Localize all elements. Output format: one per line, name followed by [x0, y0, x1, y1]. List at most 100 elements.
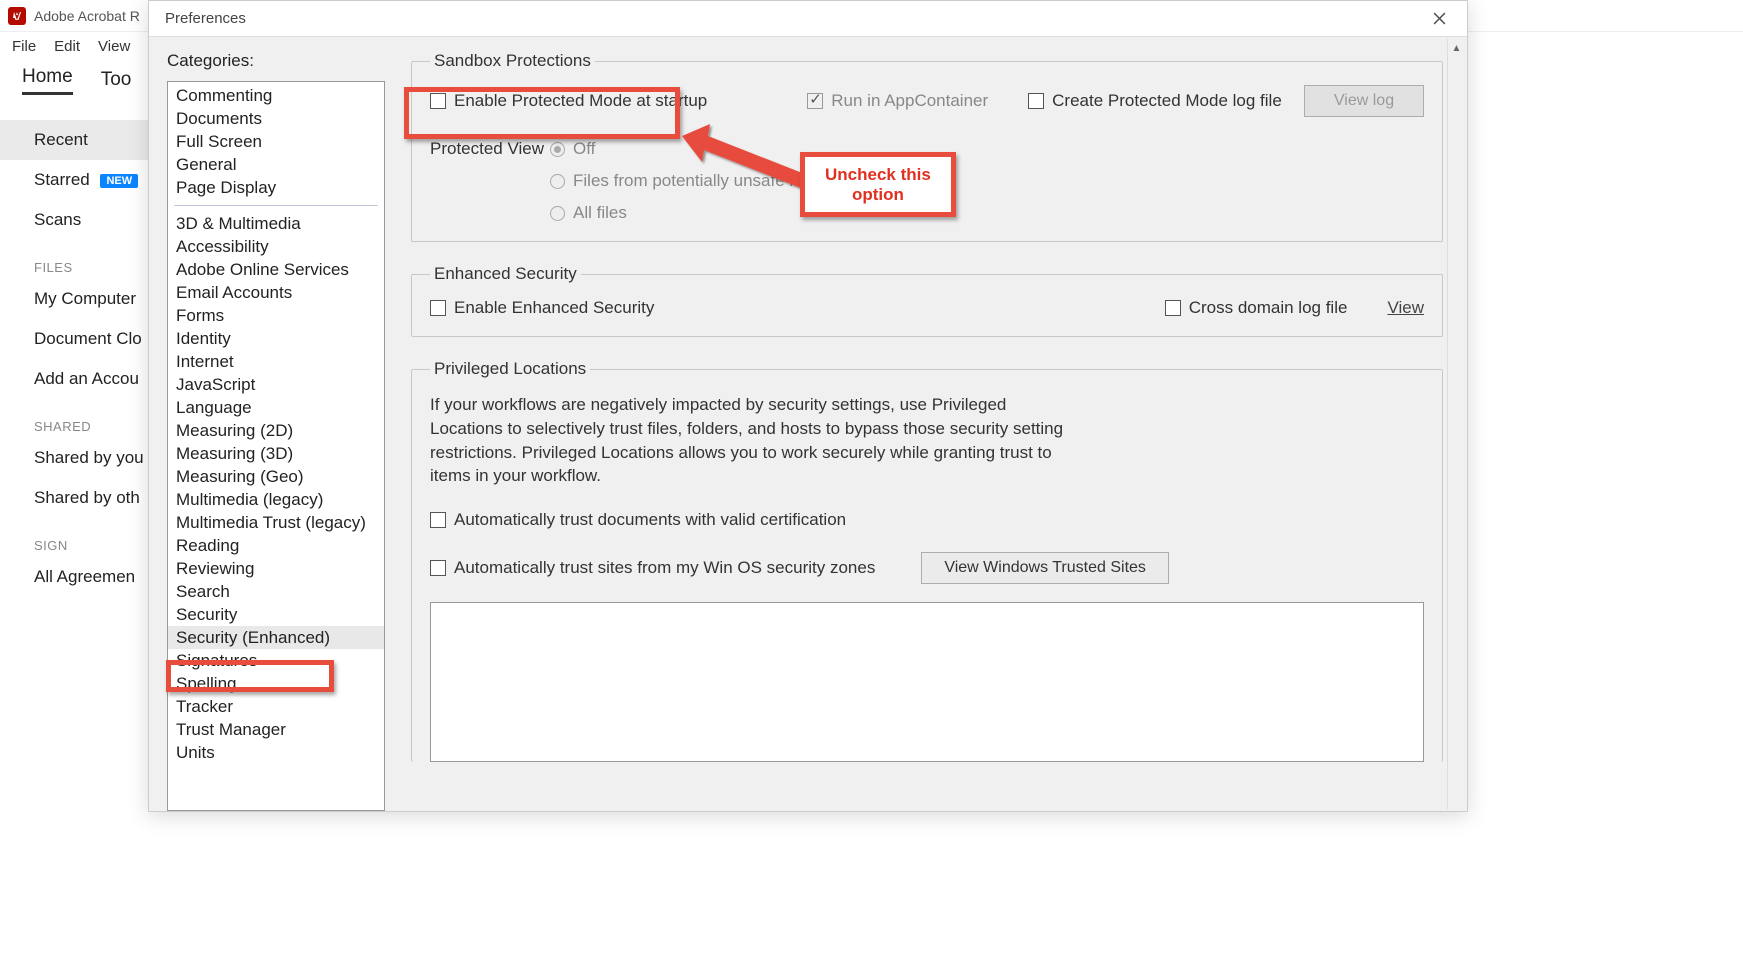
nav-heading-files: FILES [0, 240, 150, 279]
run-appcontainer-row: Run in AppContainer [807, 91, 988, 111]
pv-all-row: All files [550, 203, 848, 223]
checkbox-enable-protected-mode[interactable] [430, 93, 446, 109]
nav-document-cloud[interactable]: Document Clo [0, 319, 150, 359]
nav-heading-sign: SIGN [0, 518, 150, 557]
cross-domain-label: Cross domain log file [1189, 298, 1348, 318]
cat-tracker[interactable]: Tracker [168, 695, 384, 718]
categories-label: Categories: [167, 51, 385, 71]
nav-starred-label: Starred [34, 170, 90, 189]
cat-multimedia-legacy[interactable]: Multimedia (legacy) [168, 488, 384, 511]
tab-home[interactable]: Home [22, 66, 73, 95]
nav-scans[interactable]: Scans [0, 200, 150, 240]
categories-list[interactable]: Commenting Documents Full Screen General… [167, 81, 385, 811]
adobe-logo-icon [8, 7, 26, 25]
group-privileged-legend: Privileged Locations [430, 359, 590, 379]
menu-edit[interactable]: Edit [54, 38, 80, 55]
radio-pv-off [550, 142, 565, 157]
cat-spelling[interactable]: Spelling [168, 672, 384, 695]
scroll-up-icon[interactable]: ▲ [1448, 39, 1465, 57]
cat-signatures[interactable]: Signatures [168, 649, 384, 672]
cat-identity[interactable]: Identity [168, 327, 384, 350]
cat-measuring-geo[interactable]: Measuring (Geo) [168, 465, 384, 488]
view-link[interactable]: View [1387, 298, 1424, 318]
view-trusted-sites-button[interactable]: View Windows Trusted Sites [921, 552, 1169, 584]
cat-full-screen[interactable]: Full Screen [168, 130, 384, 153]
cat-adobe-online[interactable]: Adobe Online Services [168, 258, 384, 281]
enable-enhanced-row[interactable]: Enable Enhanced Security [430, 298, 654, 318]
cat-internet[interactable]: Internet [168, 350, 384, 373]
cross-domain-row[interactable]: Cross domain log file [1165, 298, 1348, 318]
enable-protected-mode-label: Enable Protected Mode at startup [454, 91, 707, 111]
create-pm-log-row[interactable]: Create Protected Mode log file [1028, 91, 1282, 111]
dialog-scrollbar[interactable]: ▲ [1447, 39, 1465, 809]
settings-panel: Sandbox Protections Enable Protected Mod… [399, 37, 1467, 811]
checkbox-run-appcontainer [807, 93, 823, 109]
pv-off-label: Off [573, 139, 595, 159]
cat-accessibility[interactable]: Accessibility [168, 235, 384, 258]
pv-off-row: Off [550, 139, 848, 159]
nav-shared-by-others[interactable]: Shared by oth [0, 478, 150, 518]
menu-file[interactable]: File [12, 38, 36, 55]
checkbox-enable-enhanced[interactable] [430, 300, 446, 316]
nav-starred[interactable]: Starred NEW [0, 160, 150, 200]
enable-protected-mode-row[interactable]: Enable Protected Mode at startup [430, 91, 707, 111]
radio-pv-unsafe [550, 174, 565, 189]
cat-security[interactable]: Security [168, 603, 384, 626]
nav-add-account[interactable]: Add an Accou [0, 359, 150, 399]
group-sandbox-legend: Sandbox Protections [430, 51, 595, 71]
dialog-titlebar: Preferences [149, 1, 1467, 37]
close-icon[interactable] [1421, 5, 1457, 33]
nav-all-agreements[interactable]: All Agreemen [0, 557, 150, 597]
group-enhanced: Enhanced Security Enable Enhanced Securi… [411, 264, 1443, 337]
pv-unsafe-row: Files from potentially unsafe location [550, 171, 848, 191]
menu-view[interactable]: View [98, 38, 130, 55]
checkbox-auto-trust-cert[interactable] [430, 512, 446, 528]
menubar: File Edit View S [0, 32, 158, 60]
categories-panel: Categories: Commenting Documents Full Sc… [149, 37, 399, 811]
cat-reading[interactable]: Reading [168, 534, 384, 557]
cat-page-display[interactable]: Page Display [168, 176, 384, 199]
nav-heading-shared: SHARED [0, 399, 150, 438]
categories-separator [174, 205, 378, 206]
cat-documents[interactable]: Documents [168, 107, 384, 130]
tab-tools[interactable]: Too [101, 69, 132, 91]
pv-all-label: All files [573, 203, 627, 223]
home-left-nav: Recent Starred NEW Scans FILES My Comput… [0, 100, 150, 597]
protected-view-label: Protected View [430, 139, 550, 223]
view-log-button[interactable]: View log [1304, 85, 1424, 117]
cat-multimedia-trust-legacy[interactable]: Multimedia Trust (legacy) [168, 511, 384, 534]
auto-trust-os-label: Automatically trust sites from my Win OS… [454, 558, 875, 578]
group-sandbox: Sandbox Protections Enable Protected Mod… [411, 51, 1443, 242]
cat-trust-manager[interactable]: Trust Manager [168, 718, 384, 741]
cat-security-enhanced[interactable]: Security (Enhanced) [168, 626, 384, 649]
checkbox-create-pm-log[interactable] [1028, 93, 1044, 109]
cat-units[interactable]: Units [168, 741, 384, 764]
cat-search[interactable]: Search [168, 580, 384, 603]
app-tabs: Home Too [0, 60, 131, 100]
cat-email-accounts[interactable]: Email Accounts [168, 281, 384, 304]
privileged-description: If your workflows are negatively impacte… [430, 393, 1070, 488]
auto-trust-cert-row[interactable]: Automatically trust documents with valid… [430, 510, 1424, 530]
cat-reviewing[interactable]: Reviewing [168, 557, 384, 580]
pv-unsafe-label: Files from potentially unsafe location [573, 171, 848, 191]
nav-recent[interactable]: Recent [0, 120, 150, 160]
cat-measuring-2d[interactable]: Measuring (2D) [168, 419, 384, 442]
cat-javascript[interactable]: JavaScript [168, 373, 384, 396]
nav-my-computer[interactable]: My Computer [0, 279, 150, 319]
checkbox-cross-domain[interactable] [1165, 300, 1181, 316]
cat-forms[interactable]: Forms [168, 304, 384, 327]
cat-3d-multimedia[interactable]: 3D & Multimedia [168, 212, 384, 235]
cat-measuring-3d[interactable]: Measuring (3D) [168, 442, 384, 465]
nav-shared-by-you[interactable]: Shared by you [0, 438, 150, 478]
auto-trust-os-row[interactable]: Automatically trust sites from my Win OS… [430, 558, 875, 578]
auto-trust-cert-label: Automatically trust documents with valid… [454, 510, 846, 530]
privileged-list-box[interactable] [430, 602, 1424, 762]
group-enhanced-legend: Enhanced Security [430, 264, 581, 284]
run-appcontainer-label: Run in AppContainer [831, 91, 988, 111]
cat-general[interactable]: General [168, 153, 384, 176]
checkbox-auto-trust-os[interactable] [430, 560, 446, 576]
cat-commenting[interactable]: Commenting [168, 84, 384, 107]
cat-language[interactable]: Language [168, 396, 384, 419]
preferences-dialog: Preferences Categories: Commenting Docum… [148, 0, 1468, 812]
app-title: Adobe Acrobat R [34, 8, 140, 24]
